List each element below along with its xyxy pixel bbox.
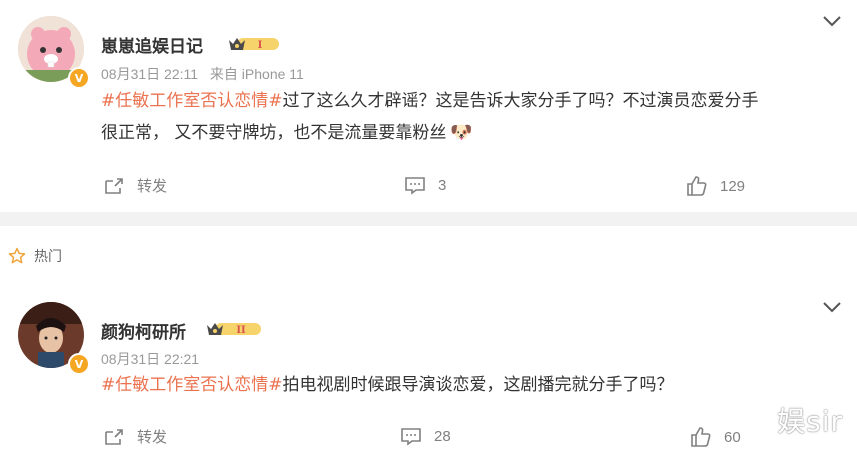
comment-button[interactable]: 3 [404,175,446,195]
hashtag-link[interactable]: #任敏工作室否认恋情# [101,375,283,395]
comment-count: 3 [438,176,447,194]
section-divider [0,212,857,226]
chevron-down-icon [823,16,841,27]
comment-icon [405,177,425,195]
comment-body-line1: 拍电视剧时候跟导演谈恋爱，这剧播完就分手了吗？ [282,375,674,395]
username[interactable]: 崽崽追娱日记 [101,32,203,57]
thumbs-up-icon [691,427,711,447]
watermark: 娱sir [777,405,843,438]
like-button[interactable]: 60 [690,426,741,448]
like-count: 60 [724,428,741,446]
comment-text: #任敏工作室否认恋情#拍电视剧时候跟导演谈恋爱，这剧播完就分手了吗？ [101,370,841,401]
comment-count: 28 [434,427,451,445]
repost-icon [105,177,123,194]
comment-body-line2: 很正常， 又不要守牌坊，也不是流量要靠粉丝 [101,123,447,143]
comment-meta: 08月31日 22:11 来自 iPhone 11 [101,64,312,84]
repost-label: 转发 [137,178,168,195]
svg-text:I: I [258,40,263,51]
chevron-down-icon [823,302,841,313]
comment-icon [401,428,421,446]
thumbs-up-icon [687,176,707,196]
svg-text:II: II [236,325,246,336]
verified-badge: V [68,67,90,89]
repost-button[interactable]: 转发 [103,175,167,196]
level-badge: I [227,35,281,53]
comment-body-line1: 过了这么久才辟谣？这是告诉大家分手了吗？不过演员恋爱分手 [282,91,759,111]
repost-label: 转发 [137,429,168,446]
hashtag-link[interactable]: #任敏工作室否认恋情# [101,91,283,111]
emoji-dog-icon: 🐶 [450,122,473,143]
timestamp: 08月31日 22:21 [101,351,200,367]
comment-button[interactable]: 28 [400,426,451,446]
like-count: 129 [720,177,746,195]
comment-card: V 崽崽追娱日记 I 08月31日 22:11 来自 iPhone 11 #任敏… [0,0,857,212]
star-icon [8,247,26,264]
more-options-button[interactable] [821,14,843,31]
repost-button[interactable]: 转发 [103,426,167,447]
level-badge: II [205,320,263,338]
repost-icon [105,428,123,445]
like-button[interactable]: 129 [686,175,745,197]
comment-card: V 颜狗柯研所 II 08月31日 22:21 #任敏工作室否认恋情#拍电视剧时… [0,290,857,458]
comment-text: #任敏工作室否认恋情#过了这么久才辟谣？这是告诉大家分手了吗？不过演员恋爱分手 … [101,86,841,149]
username[interactable]: 颜狗柯研所 [101,318,186,343]
comment-meta: 08月31日 22:21 [101,349,207,369]
timestamp: 08月31日 22:11 [101,66,199,82]
hot-section-header: 热门 [8,246,62,266]
verified-badge: V [68,353,90,375]
source-device: 来自 iPhone 11 [209,66,304,82]
more-options-button[interactable] [821,300,843,317]
hot-label: 热门 [34,249,62,265]
